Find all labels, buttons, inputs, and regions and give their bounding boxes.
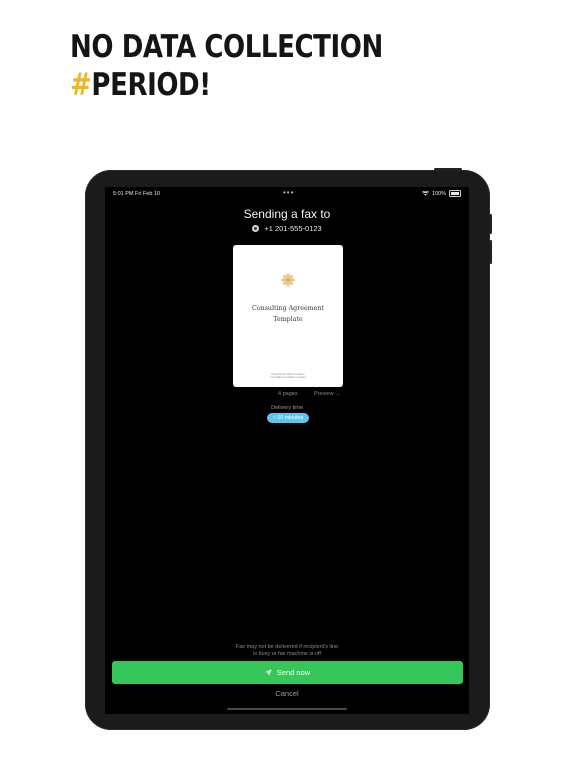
recipient-number: +1 201-555-0123 bbox=[264, 224, 322, 233]
avatar-icon bbox=[252, 225, 260, 232]
page-title: Sending a fax to bbox=[243, 207, 331, 221]
recipient-row[interactable]: +1 201-555-0123 bbox=[105, 224, 469, 233]
delivery-notice-line1: Fax may not be delivered if recipient's … bbox=[235, 644, 339, 650]
document-fine-print: Prepared for Client company Consultant a… bbox=[233, 373, 343, 380]
headline-line2: #PERIOD! bbox=[70, 66, 383, 104]
multitask-dots[interactable]: ••• bbox=[283, 188, 294, 197]
document-title-line2: Template bbox=[273, 316, 303, 323]
status-right: 100% bbox=[421, 190, 461, 197]
cancel-button[interactable]: Cancel bbox=[105, 689, 469, 698]
send-icon bbox=[265, 669, 272, 676]
wifi-icon bbox=[421, 191, 429, 196]
page-count: 4 pages bbox=[278, 391, 298, 397]
battery-icon bbox=[449, 190, 461, 197]
device-volume-down-button bbox=[489, 240, 492, 264]
device-volume-up-button bbox=[489, 214, 492, 234]
app-screen: 5:01 PM Fri Feb 10 ••• 100% Sending a fa… bbox=[105, 187, 469, 714]
headline-line1: NO DATA COLLECTION bbox=[70, 29, 383, 65]
status-time: 5:01 PM Fri Feb 10 bbox=[113, 191, 161, 197]
delivery-notice-line2: is busy or fax machine is off bbox=[253, 651, 321, 657]
document-thumbnail[interactable]: Consulting Agreement Template Prepared f… bbox=[233, 245, 343, 387]
delivery-notice: Fax may not be delivered if recipient's … bbox=[105, 644, 469, 658]
flower-logo-icon bbox=[280, 272, 296, 288]
send-now-label: Send now bbox=[276, 668, 311, 677]
home-indicator[interactable] bbox=[227, 708, 347, 710]
headline-period: PERIOD! bbox=[91, 67, 211, 103]
document-fine-print-line2: Consultant and Client company bbox=[269, 376, 307, 380]
send-now-button[interactable]: Send now bbox=[112, 661, 463, 684]
headline-hash: # bbox=[70, 67, 92, 103]
delivery-time-badge: ~ 10 minutes bbox=[267, 413, 309, 423]
delivery-time-label: Delivery time bbox=[271, 405, 303, 411]
headline: NO DATA COLLECTION #PERIOD! bbox=[70, 28, 383, 104]
status-bar: 5:01 PM Fri Feb 10 ••• 100% bbox=[105, 187, 469, 201]
preview-link[interactable]: Preview → bbox=[314, 391, 341, 397]
device-top-button bbox=[434, 168, 462, 171]
battery-percent: 100% bbox=[431, 190, 446, 197]
document-title: Consulting Agreement Template bbox=[233, 303, 343, 325]
document-title-line1: Consulting Agreement bbox=[252, 305, 324, 312]
